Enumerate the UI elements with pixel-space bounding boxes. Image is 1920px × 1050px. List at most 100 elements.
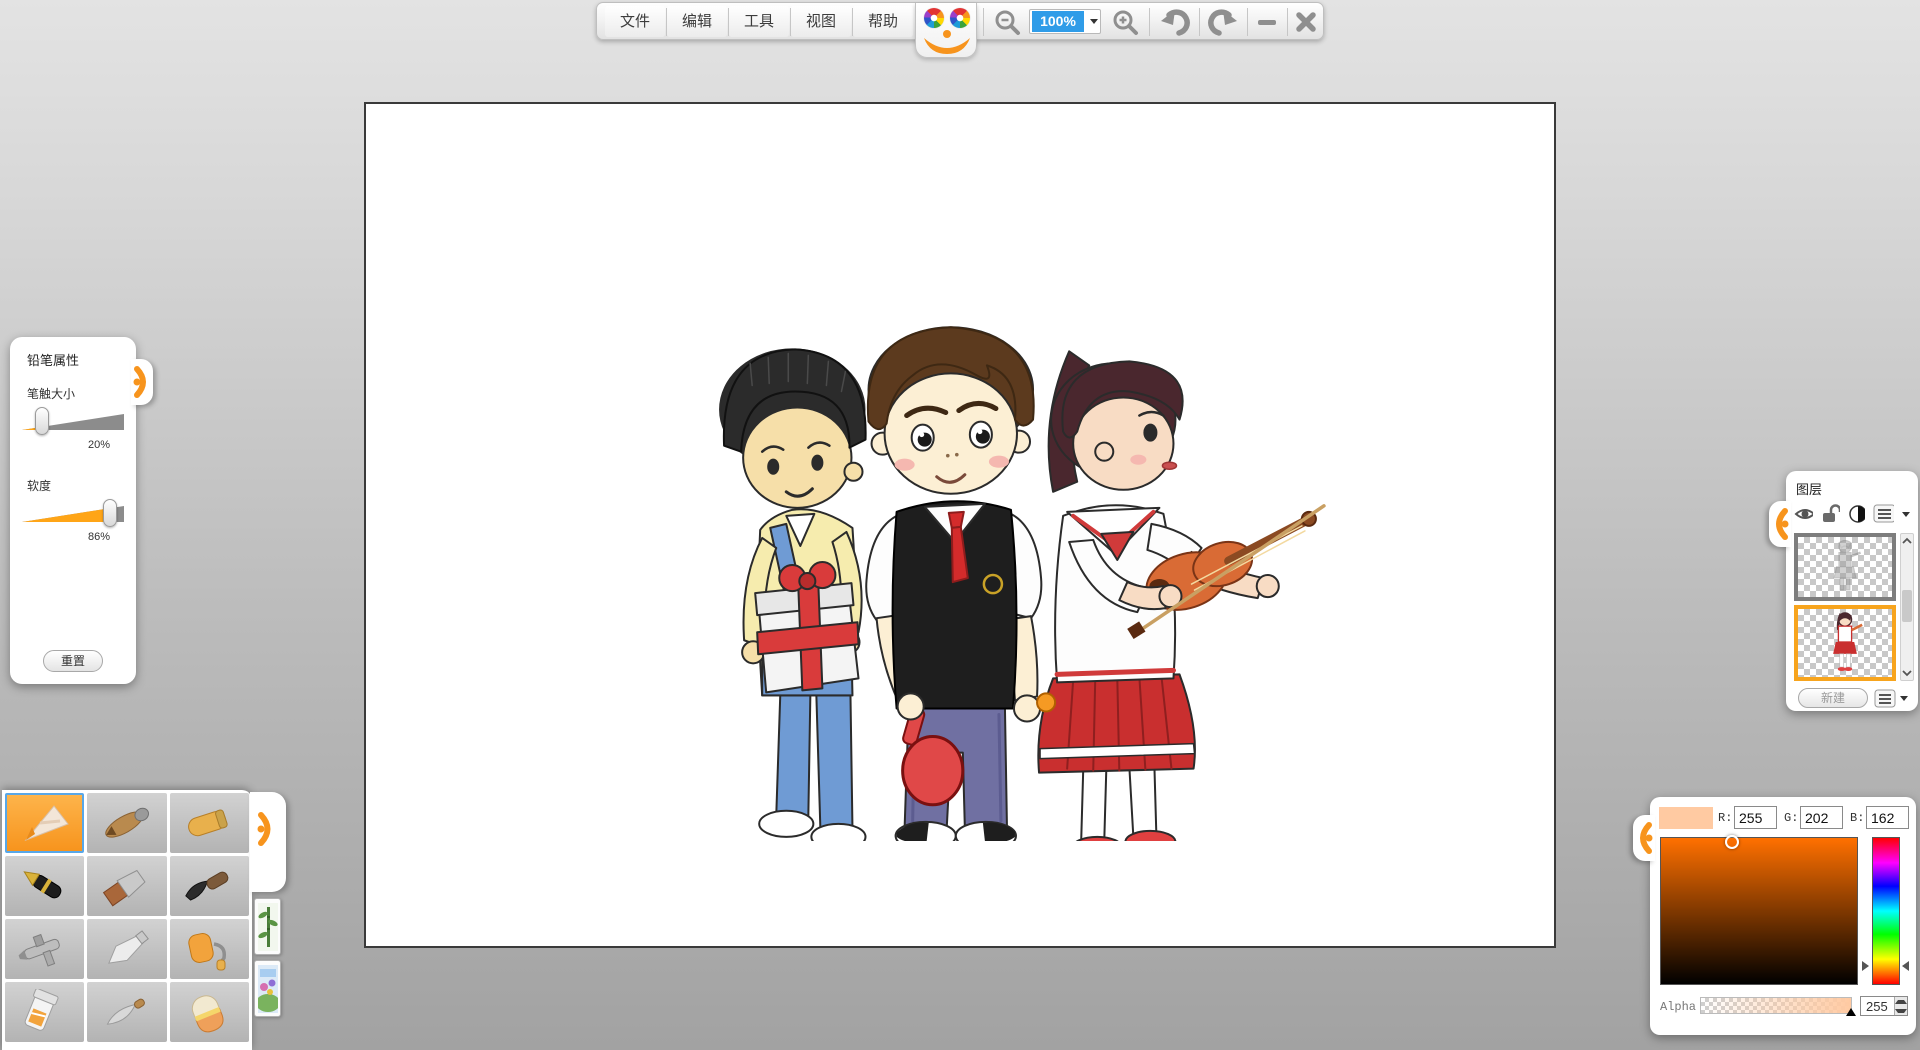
layer-thumbnail-color[interactable] bbox=[1794, 605, 1896, 681]
softness-slider[interactable] bbox=[22, 499, 124, 527]
green-input[interactable] bbox=[1800, 806, 1843, 829]
zoom-in-button[interactable] bbox=[1105, 6, 1145, 37]
hue-marker-left-icon[interactable] bbox=[1862, 961, 1869, 971]
saturation-value-square[interactable] bbox=[1660, 837, 1858, 985]
color-cursor[interactable] bbox=[1725, 835, 1739, 849]
alpha-label: Alpha bbox=[1660, 1000, 1696, 1014]
zoom-level-combo[interactable]: 100% bbox=[1029, 9, 1101, 34]
softness-label: 软度 bbox=[27, 477, 51, 494]
crayon-tool-icon bbox=[180, 800, 238, 846]
minimize-icon bbox=[1254, 9, 1280, 35]
flat-brush-tool-icon bbox=[98, 863, 156, 909]
drawing-canvas[interactable] bbox=[364, 102, 1556, 948]
blue-input[interactable] bbox=[1866, 806, 1909, 829]
bamboo-stamp-button[interactable] bbox=[254, 898, 281, 955]
zoom-in-icon bbox=[1111, 8, 1139, 36]
alpha-slider[interactable] bbox=[1700, 997, 1852, 1014]
redo-button[interactable] bbox=[1201, 6, 1245, 37]
green-label: G: bbox=[1784, 811, 1798, 825]
tool-cell-crayon[interactable] bbox=[170, 793, 249, 853]
minimize-button[interactable] bbox=[1249, 6, 1285, 37]
zoom-level-value: 100% bbox=[1032, 11, 1084, 32]
brush-size-value: 20% bbox=[88, 439, 110, 451]
undo-button[interactable] bbox=[1153, 6, 1197, 37]
chevron-down-icon[interactable] bbox=[1902, 512, 1910, 517]
red-input[interactable] bbox=[1734, 806, 1777, 829]
redo-icon bbox=[1207, 6, 1239, 38]
tool-cell-pencil[interactable] bbox=[5, 793, 84, 853]
layer-scrollbar[interactable] bbox=[1900, 533, 1914, 681]
chevron-down-icon bbox=[1900, 696, 1908, 701]
new-layer-button[interactable]: 新建 bbox=[1798, 688, 1868, 708]
alpha-spinner[interactable]: 255 bbox=[1860, 996, 1908, 1016]
clown-ear-icon bbox=[1633, 815, 1655, 861]
brush-size-label: 笔触大小 bbox=[27, 385, 75, 402]
reset-button[interactable]: 重置 bbox=[43, 650, 103, 672]
main-toolbar: 文件 编辑 工具 视图 帮助 100% bbox=[596, 2, 1324, 40]
clown-ear-icon bbox=[254, 804, 280, 854]
visibility-eye-icon[interactable] bbox=[1794, 505, 1813, 523]
scrollbar-thumb[interactable] bbox=[1902, 590, 1912, 622]
zoom-out-button[interactable] bbox=[987, 6, 1027, 37]
menu-help[interactable]: 帮助 bbox=[853, 6, 913, 37]
layer-options-button[interactable] bbox=[1874, 688, 1912, 708]
tool-cell-eraser[interactable] bbox=[170, 982, 249, 1042]
boy-with-gift bbox=[720, 349, 866, 841]
layer-thumbnail-sketch[interactable] bbox=[1794, 533, 1896, 601]
scroll-up-icon[interactable] bbox=[1901, 535, 1913, 547]
current-color-swatch bbox=[1659, 807, 1713, 829]
alpha-value: 255 bbox=[1861, 997, 1894, 1015]
spinner-arrows bbox=[1894, 997, 1907, 1015]
tool-cell-palette-knife[interactable] bbox=[87, 919, 166, 979]
menu-tools[interactable]: 工具 bbox=[729, 6, 789, 37]
close-button[interactable] bbox=[1289, 6, 1323, 37]
toolbar-separator bbox=[1149, 8, 1150, 36]
bamboo-stamp-icon bbox=[258, 903, 278, 951]
pencil-tool-icon bbox=[16, 800, 74, 846]
slider-fill bbox=[22, 506, 110, 522]
spin-down-icon[interactable] bbox=[1895, 1006, 1907, 1015]
alpha-marker-icon[interactable] bbox=[1846, 1008, 1856, 1016]
liner-brush-tool-icon bbox=[98, 989, 156, 1035]
tool-cell-paint-roller[interactable] bbox=[170, 919, 249, 979]
unlocked-padlock-icon[interactable] bbox=[1821, 504, 1840, 524]
tool-cell-wood-pencil[interactable] bbox=[87, 793, 166, 853]
brush-size-slider[interactable] bbox=[22, 407, 124, 435]
layer-list bbox=[1794, 533, 1896, 681]
tool-cell-paint-tube[interactable] bbox=[5, 982, 84, 1042]
scroll-down-icon[interactable] bbox=[1901, 667, 1913, 679]
tool-cell-airbrush[interactable] bbox=[5, 919, 84, 979]
pencil-properties-panel: 铅笔属性 笔触大小 20% 软度 86% 重置 bbox=[10, 337, 136, 684]
panel-collapse-handle[interactable] bbox=[1633, 815, 1655, 861]
layer-options-icon bbox=[1874, 689, 1896, 708]
picture-stamp-button[interactable] bbox=[254, 960, 281, 1017]
tool-cell-ink-brush[interactable] bbox=[170, 856, 249, 916]
fountain-pen-tool-icon bbox=[16, 863, 74, 909]
clown-logo bbox=[915, 3, 977, 58]
tool-cell-liner-brush[interactable] bbox=[87, 982, 166, 1042]
clown-ear-icon bbox=[131, 359, 153, 405]
menu-edit[interactable]: 编辑 bbox=[667, 6, 727, 37]
layer-menu-icon[interactable] bbox=[1873, 504, 1894, 524]
menu-view[interactable]: 视图 bbox=[791, 6, 851, 37]
clown-ear-icon bbox=[1769, 501, 1791, 547]
panel-collapse-handle[interactable] bbox=[1769, 501, 1791, 547]
tool-palette bbox=[2, 790, 252, 1050]
toolbar-separator bbox=[983, 8, 984, 36]
menu-file[interactable]: 文件 bbox=[605, 6, 665, 37]
clown-eye-right-icon bbox=[950, 8, 970, 28]
panel-collapse-handle[interactable] bbox=[131, 359, 153, 405]
slider-handle[interactable] bbox=[103, 499, 117, 527]
ink-brush-tool-icon bbox=[180, 863, 238, 909]
spin-up-icon[interactable] bbox=[1895, 997, 1907, 1006]
softness-value: 86% bbox=[88, 531, 110, 543]
tool-cell-fountain-pen[interactable] bbox=[5, 856, 84, 916]
tool-cell-flat-brush[interactable] bbox=[87, 856, 166, 916]
slider-handle[interactable] bbox=[35, 407, 49, 435]
hue-marker-right-icon[interactable] bbox=[1902, 961, 1909, 971]
eraser-tool-icon bbox=[180, 989, 238, 1035]
palette-collapse-handle[interactable] bbox=[250, 792, 286, 892]
blend-half-circle-icon[interactable] bbox=[1848, 504, 1865, 524]
undo-icon bbox=[1159, 6, 1191, 38]
hue-slider[interactable] bbox=[1872, 837, 1900, 985]
